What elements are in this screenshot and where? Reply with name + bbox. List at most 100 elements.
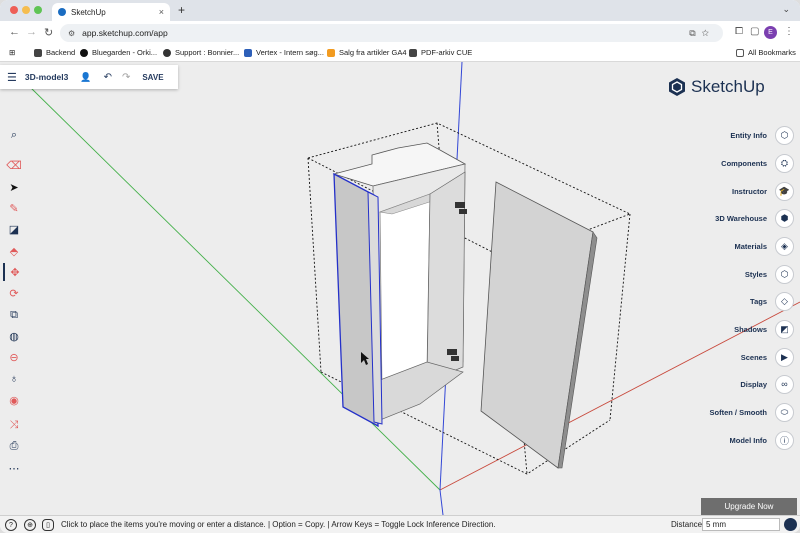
minimize-window-button[interactable] (22, 6, 30, 14)
help-icon[interactable]: ? (5, 519, 17, 531)
url-text: app.sketchup.com/app (82, 28, 168, 38)
tape-measure-icon[interactable]: ⊖ (3, 348, 25, 366)
folder-icon (736, 48, 744, 57)
panel-model-info[interactable]: Model Info ⓘ (730, 430, 794, 450)
analytics-icon (327, 48, 335, 57)
panel-styles[interactable]: Styles ⬡ (745, 264, 794, 284)
upgrade-now-button[interactable]: Upgrade Now (701, 498, 797, 515)
tab-title: SketchUp (71, 7, 106, 17)
panel-instructor[interactable]: Instructor 🎓 (732, 181, 794, 201)
support-icon (163, 48, 171, 57)
materials-icon: ◈ (775, 236, 794, 256)
pencil-icon[interactable]: ✎ (3, 199, 25, 217)
tab-search-icon[interactable]: ⌄ (782, 4, 790, 15)
entity-info-icon: ⬡ (775, 125, 794, 145)
bookmark-support[interactable]: Support : Bonnier... (163, 48, 239, 57)
display-icon: ∞ (775, 374, 794, 394)
logo-text: SketchUp (691, 77, 765, 96)
file-name[interactable]: 3D-model3 (25, 72, 68, 82)
model-info-icon: ⓘ (775, 430, 794, 450)
undo-icon[interactable]: ↶ (104, 72, 112, 83)
panel-display[interactable]: Display ∞ (740, 374, 794, 394)
scale-icon[interactable]: ⧉ (3, 306, 25, 324)
text-icon[interactable]: ⎙ (3, 437, 25, 455)
bookmarks-bar: ⊞ Backend Bluegarden - Orki... Support :… (0, 45, 800, 62)
bookmark-vertex[interactable]: Vertex - Intern søg... (244, 48, 324, 57)
browser-tab[interactable]: SketchUp × (52, 3, 170, 21)
vertex-icon (244, 48, 252, 57)
site-info-icon[interactable]: ⚙ (68, 29, 75, 38)
cabinet-opening (379, 193, 431, 389)
mouse-icon[interactable]: ▯ (42, 519, 54, 531)
instructor-icon: 🎓 (775, 181, 794, 201)
3d-viewport[interactable]: ☰ 3D-model3 👤 ↶ ↷ SAVE SketchUp ⌕ ⌫ ➤ ✎ … (0, 62, 800, 515)
cabinet-door[interactable] (480, 181, 594, 469)
panel-soften-smooth[interactable]: Soften / Smooth ⬭ (710, 402, 794, 422)
new-tab-button[interactable]: + (178, 3, 185, 17)
sketchup-logo-icon (669, 78, 685, 96)
model-canvas[interactable] (0, 62, 800, 515)
reload-icon[interactable]: ↻ (44, 26, 53, 39)
user-icon[interactable]: 👤 (80, 72, 91, 83)
sketchup-status-icon (784, 518, 797, 531)
shadows-icon: ◩ (775, 319, 794, 339)
bookmark-star-icon[interactable]: ⧉☆ (689, 28, 715, 39)
save-button[interactable]: SAVE (142, 73, 163, 82)
globe-icon[interactable]: ⊕ (24, 519, 36, 531)
back-icon[interactable]: ← (9, 26, 20, 38)
section-plane-icon[interactable]: ⤨ (3, 416, 25, 434)
side-panel-icon[interactable]: ▢ (750, 26, 759, 37)
scenes-icon: ▶ (775, 347, 794, 367)
status-bar: ? ⊕ ▯ Click to place the items you're mo… (0, 515, 800, 533)
status-message: Click to place the items you're moving o… (61, 520, 496, 529)
globe-icon (409, 48, 417, 57)
bookmark-pdf-arkiv[interactable]: PDF-arkiv CUE (409, 48, 472, 57)
address-bar[interactable]: ⚙ app.sketchup.com/app ⧉☆ (60, 24, 723, 42)
browser-menu-icon[interactable]: ⋮ (784, 26, 794, 37)
rotate-icon[interactable]: ⟳ (3, 284, 25, 302)
bookmark-bluegarden[interactable]: Bluegarden - Orki... (80, 48, 157, 57)
bookmark-backend[interactable]: Backend (34, 48, 75, 57)
distance-input[interactable]: 5 mm (702, 518, 780, 531)
distance-label: Distance (671, 520, 703, 529)
browser-window: SketchUp × + ⌄ ← → ↻ ⚙ app.sketchup.com/… (0, 0, 800, 533)
apps-grid-icon[interactable]: ⊞ (9, 48, 15, 57)
sketchup-logo: SketchUp (667, 77, 765, 97)
soften-smooth-icon: ⬭ (775, 402, 794, 422)
panel-tags[interactable]: Tags ◇ (750, 291, 794, 311)
panel-components[interactable]: Components ⛭ (721, 153, 794, 173)
redo-icon[interactable]: ↷ (122, 72, 130, 83)
tab-strip: SketchUp × + ⌄ (0, 0, 800, 21)
extensions-icon[interactable]: ⧠ (735, 26, 743, 37)
tab-close-icon[interactable]: × (159, 7, 164, 17)
browser-toolbar: ← → ↻ ⚙ app.sketchup.com/app ⧉☆ ⧠ ▢ E ⋮ (0, 21, 800, 45)
styles-icon: ⬡ (775, 264, 794, 284)
all-bookmarks[interactable]: All Bookmarks (736, 48, 796, 57)
tags-icon: ◇ (775, 291, 794, 311)
panel-shadows[interactable]: Shadows ◩ (734, 319, 794, 339)
file-bar: ☰ 3D-model3 👤 ↶ ↷ SAVE (0, 65, 178, 89)
components-icon: ⛭ (775, 153, 794, 173)
panel-scenes[interactable]: Scenes ▶ (741, 347, 794, 367)
paint-bucket-icon[interactable]: ◍ (3, 327, 25, 345)
rectangle-icon[interactable]: ◪ (3, 220, 25, 238)
select-arrow-icon[interactable]: ➤ (3, 178, 25, 196)
search-icon[interactable]: ⌕ (3, 126, 25, 144)
orbit-icon[interactable]: ♁ (3, 370, 25, 388)
move-icon[interactable]: ✥ (3, 263, 25, 281)
more-icon[interactable]: ⋯ (3, 459, 25, 477)
sketchup-favicon-icon (58, 8, 66, 16)
maximize-window-button[interactable] (34, 6, 42, 14)
bookmark-ga4[interactable]: Salg fra artikler GA4 (327, 48, 407, 57)
panel-3d-warehouse[interactable]: 3D Warehouse ⬢ (715, 208, 794, 228)
profile-avatar[interactable]: E (764, 26, 777, 39)
panel-entity-info[interactable]: Entity Info ⬡ (730, 125, 794, 145)
hamburger-menu-icon[interactable]: ☰ (7, 71, 17, 84)
walk-icon[interactable]: ◉ (3, 391, 25, 409)
globe-icon (34, 48, 42, 57)
forward-icon[interactable]: → (26, 26, 37, 38)
push-pull-icon[interactable]: ⬘ (3, 242, 25, 260)
eraser-icon[interactable]: ⌫ (3, 156, 25, 174)
close-window-button[interactable] (10, 6, 18, 14)
panel-materials[interactable]: Materials ◈ (734, 236, 794, 256)
